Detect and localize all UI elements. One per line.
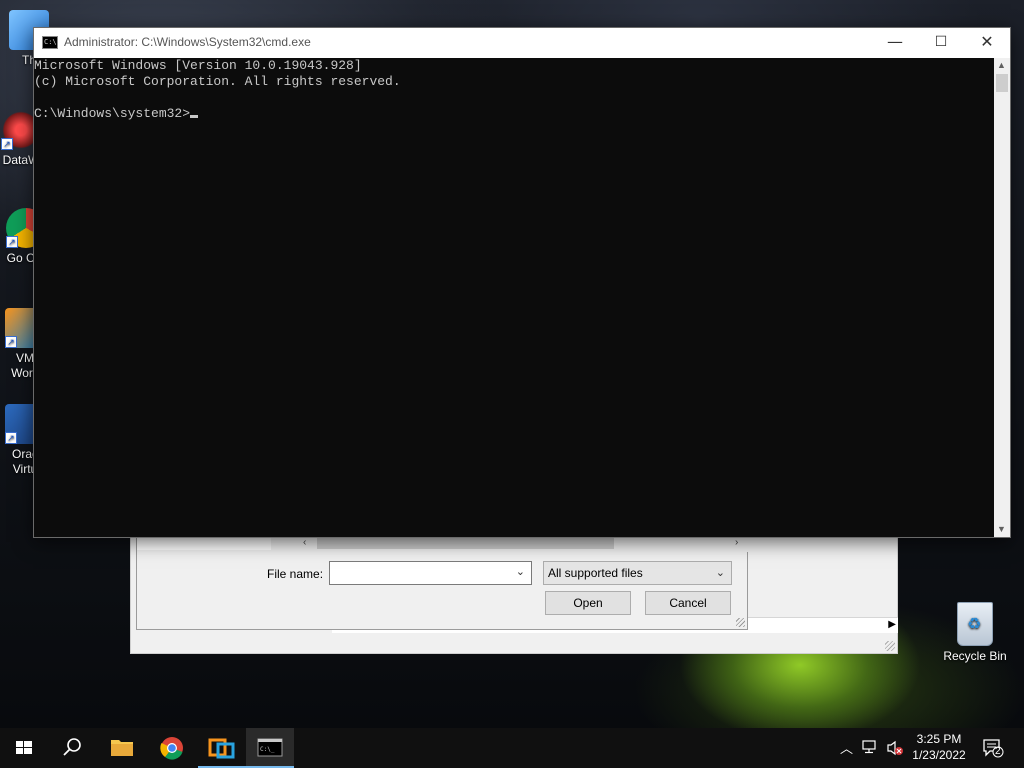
scroll-down-icon[interactable]: ▼ [997,524,1006,534]
file-list-scroll-area[interactable]: ‹ › [137,536,749,552]
maximize-button[interactable]: ☐ [918,28,964,58]
scroll-up-icon[interactable]: ▲ [997,60,1006,70]
close-button[interactable]: ✕ [964,28,1010,58]
show-hidden-icons-chevron-icon[interactable]: ︿ [840,738,853,757]
taskbar-chrome[interactable] [148,728,196,768]
horizontal-scroll-thumb[interactable] [317,538,614,549]
title-bar[interactable]: C:\ Administrator: C:\Windows\System32\c… [34,28,1010,58]
console-line: Microsoft Windows [Version 10.0.19043.92… [34,58,362,73]
chrome-icon [160,737,183,760]
taskbar-cmd[interactable]: C:\_ [246,728,294,768]
chevron-down-icon[interactable]: ⌄ [516,565,525,578]
desktop-icon-recycle-bin[interactable]: ♻ Recycle Bin [938,602,1012,664]
cmd-window[interactable]: C:\ Administrator: C:\Windows\System32\c… [33,27,1011,538]
open-button[interactable]: Open [545,591,631,615]
shortcut-arrow-icon: ↗ [1,138,13,150]
cmd-icon: C:\_ [257,738,283,757]
clock-time: 3:25 PM [916,732,962,746]
vertical-scroll-thumb[interactable] [996,74,1008,92]
taskbar: C:\_ ︿ 3:25 PM 1/23/2022 2 [0,728,1024,768]
resize-grip-icon[interactable] [736,618,745,627]
folder-icon [111,740,133,756]
scroll-right-icon[interactable]: › [735,537,738,548]
recycle-bin-icon: ♻ [957,602,993,646]
resize-grip-icon[interactable] [885,641,895,651]
volume-muted-icon[interactable] [886,740,904,756]
file-list-pane [137,536,271,550]
windows-logo-icon [16,741,32,754]
taskbar-vmware[interactable] [198,728,246,768]
file-type-value: All supported files [548,566,643,580]
clock-date: 1/23/2022 [912,748,966,762]
window-title: Administrator: C:\Windows\System32\cmd.e… [64,35,311,49]
shortcut-arrow-icon: ↗ [6,236,18,248]
console-prompt-line[interactable]: C:\Windows\system32> [34,106,994,122]
console-output[interactable]: Microsoft Windows [Version 10.0.19043.92… [34,58,994,537]
file-type-select[interactable]: All supported files ⌄ [543,561,732,585]
svg-text:C:\_: C:\_ [260,746,275,753]
taskbar-search-button[interactable] [48,728,96,768]
taskbar-clock[interactable]: 3:25 PM 1/23/2022 [906,731,972,763]
shortcut-arrow-icon: ↗ [5,336,17,348]
vmware-icon [208,738,235,759]
taskbar-file-explorer[interactable] [98,728,146,768]
desktop-icon-label: Recycle Bin [943,649,1007,663]
network-icon[interactable] [862,740,880,754]
chevron-down-icon[interactable]: ⌄ [716,562,725,584]
scroll-right-icon[interactable]: ▶ [888,619,896,630]
text-cursor [190,115,199,118]
file-name-label: File name: [267,567,324,581]
shortcut-arrow-icon: ↗ [5,432,17,444]
search-icon [63,738,81,756]
console-prompt: C:\Windows\system32> [34,106,191,121]
console-line: (c) Microsoft Corporation. All rights re… [34,74,401,89]
file-name-input[interactable]: ⌄ [329,561,532,585]
minimize-button[interactable]: — [872,28,918,58]
scroll-left-icon[interactable]: ‹ [303,537,306,548]
action-center-button[interactable]: 2 [982,738,1004,758]
start-button[interactable] [0,728,48,768]
notification-count: 2 [995,746,1001,757]
cancel-button[interactable]: Cancel [645,591,731,615]
file-open-dialog: ‹ › File name: ⌄ All supported files ⌄ O… [136,536,749,630]
cmd-app-icon[interactable]: C:\ [42,36,58,49]
vertical-scrollbar[interactable]: ▲ ▼ [994,58,1010,537]
